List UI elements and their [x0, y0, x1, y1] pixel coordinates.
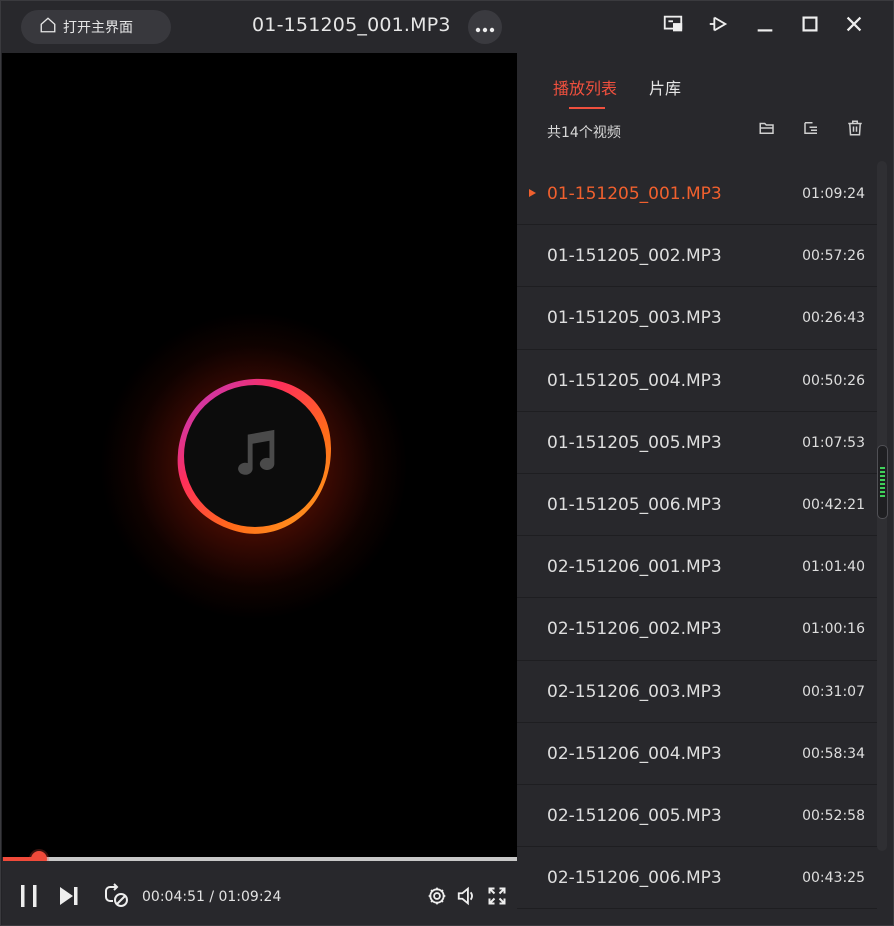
next-icon — [57, 884, 81, 912]
pause-button[interactable] — [16, 883, 42, 913]
playlist-item-duration: 00:31:07 — [802, 683, 865, 700]
control-bar: 00:04:51 / 01:09:24 — [2, 861, 517, 925]
playlist-item-name: 01-151205_006.MP3 — [547, 494, 722, 515]
time-display: 00:04:51 / 01:09:24 — [142, 889, 282, 905]
open-home-button[interactable]: 打开主界面 — [21, 10, 171, 44]
tab-library[interactable]: 片库 — [649, 75, 681, 109]
playlist-item[interactable]: 02-151206_006.MP3 00:43:25 — [517, 847, 877, 910]
delete-button[interactable] — [844, 119, 866, 141]
playlist-item-duration: 00:26:43 — [802, 310, 865, 327]
playlist-tabs: 播放列表 片库 — [553, 75, 681, 109]
volume-icon — [456, 885, 478, 911]
playlist-item-name: 02-151206_006.MP3 — [547, 868, 722, 889]
fullscreen-icon — [487, 886, 507, 910]
playlist-item[interactable]: 02-151206_005.MP3 00:52:58 — [517, 785, 877, 848]
more-button[interactable] — [468, 10, 502, 44]
open-home-label: 打开主界面 — [63, 20, 133, 36]
playlist-item-duration: 01:01:40 — [802, 559, 865, 576]
fullscreen-button[interactable] — [484, 885, 510, 911]
playlist-item[interactable]: 02-151206_002.MP3 01:00:16 — [517, 598, 877, 661]
playlist-item-duration: 00:57:26 — [802, 248, 865, 265]
next-button[interactable] — [56, 883, 82, 913]
window-title: 01-151205_001.MP3 — [252, 14, 451, 36]
loop-icon — [103, 882, 131, 914]
playlist-item-duration: 00:58:34 — [802, 745, 865, 762]
playlist-item[interactable]: 02-151206_001.MP3 01:01:40 — [517, 536, 877, 599]
sort-button[interactable] — [800, 119, 822, 141]
title-bar: 打开主界面 01-151205_001.MP3 — [1, 1, 893, 53]
playlist-item-name: 02-151206_004.MP3 — [547, 743, 722, 764]
playlist-item[interactable]: 01-151205_006.MP3 00:42:21 — [517, 474, 877, 537]
playlist-item[interactable]: 01-151205_001.MP3 01:09:24 — [517, 163, 877, 226]
open-folder-icon — [758, 119, 776, 141]
playlist-item-duration: 01:00:16 — [802, 621, 865, 638]
minimize-button[interactable] — [752, 13, 778, 39]
playlist-item[interactable]: 02-151206_004.MP3 00:58:34 — [517, 723, 877, 785]
video-area[interactable] — [2, 53, 517, 857]
music-note-icon — [226, 425, 284, 487]
playlist-item[interactable]: 01-151205_002.MP3 00:57:26 — [517, 225, 877, 288]
close-button[interactable] — [841, 13, 867, 39]
playlist-item-name: 02-151206_003.MP3 — [547, 681, 722, 702]
playlist-item-name: 02-151206_002.MP3 — [547, 619, 722, 640]
pin-button[interactable] — [705, 13, 731, 39]
scroll-grip — [880, 467, 885, 497]
delete-icon — [846, 119, 864, 141]
album-disc — [184, 385, 326, 527]
playlist-item-duration: 01:07:53 — [802, 434, 865, 451]
playlist-item-name: 01-151205_003.MP3 — [547, 308, 722, 329]
more-icon — [475, 18, 495, 37]
playlist-item[interactable]: 01-151205_005.MP3 01:07:53 — [517, 412, 877, 474]
pause-icon — [18, 883, 40, 913]
playlist-item-duration: 00:43:25 — [802, 870, 865, 887]
playlist-item[interactable]: 02-151206_003.MP3 00:31:07 — [517, 661, 877, 723]
playlist-item-name: 02-151206_005.MP3 — [547, 805, 722, 826]
close-icon — [843, 13, 865, 39]
now-playing-icon — [529, 189, 536, 197]
playlist-item-name: 01-151205_004.MP3 — [547, 370, 722, 391]
pin-icon — [707, 13, 729, 39]
playlist-item-duration: 01:09:24 — [802, 186, 865, 202]
loop-button[interactable] — [102, 883, 132, 913]
playlist-item-duration: 00:42:21 — [802, 496, 865, 513]
playlist-item[interactable]: 01-151205_004.MP3 00:50:26 — [517, 350, 877, 412]
settings-icon — [427, 886, 447, 910]
playlist-list: 01-151205_001.MP3 01:09:24 01-151205_002.M… — [517, 163, 877, 910]
player-window: 打开主界面 01-151205_001.MP3 00:04:51 / 01:09… — [0, 0, 894, 926]
playlist-scrollbar-thumb[interactable] — [877, 445, 888, 519]
settings-button[interactable] — [425, 885, 449, 911]
minimize-icon — [754, 13, 776, 39]
home-icon — [39, 16, 57, 38]
maximize-icon — [799, 13, 821, 39]
playlist-item-name: 01-151205_001.MP3 — [547, 184, 722, 204]
sort-icon — [802, 119, 820, 141]
open-folder-button[interactable] — [756, 119, 778, 141]
playlist-count: 共14个视频 — [547, 125, 621, 141]
playlist-item-duration: 00:52:58 — [802, 807, 865, 824]
playlist-item[interactable]: 01-151205_003.MP3 00:26:43 — [517, 287, 877, 350]
maximize-button[interactable] — [797, 13, 823, 39]
playlist-item-duration: 00:50:26 — [802, 372, 865, 389]
volume-button[interactable] — [454, 885, 480, 911]
tab-playlist[interactable]: 播放列表 — [553, 75, 617, 109]
playlist-item-name: 01-151205_005.MP3 — [547, 432, 722, 453]
screen-cast-button[interactable] — [660, 13, 686, 39]
playlist-item-name: 02-151206_001.MP3 — [547, 557, 722, 578]
playlist-item-name: 01-151205_002.MP3 — [547, 246, 722, 267]
screen-cast-icon — [662, 13, 684, 39]
playlist-panel: 播放列表 片库 共14个视频 01-151205_001.MP3 01:09:24… — [517, 53, 893, 925]
